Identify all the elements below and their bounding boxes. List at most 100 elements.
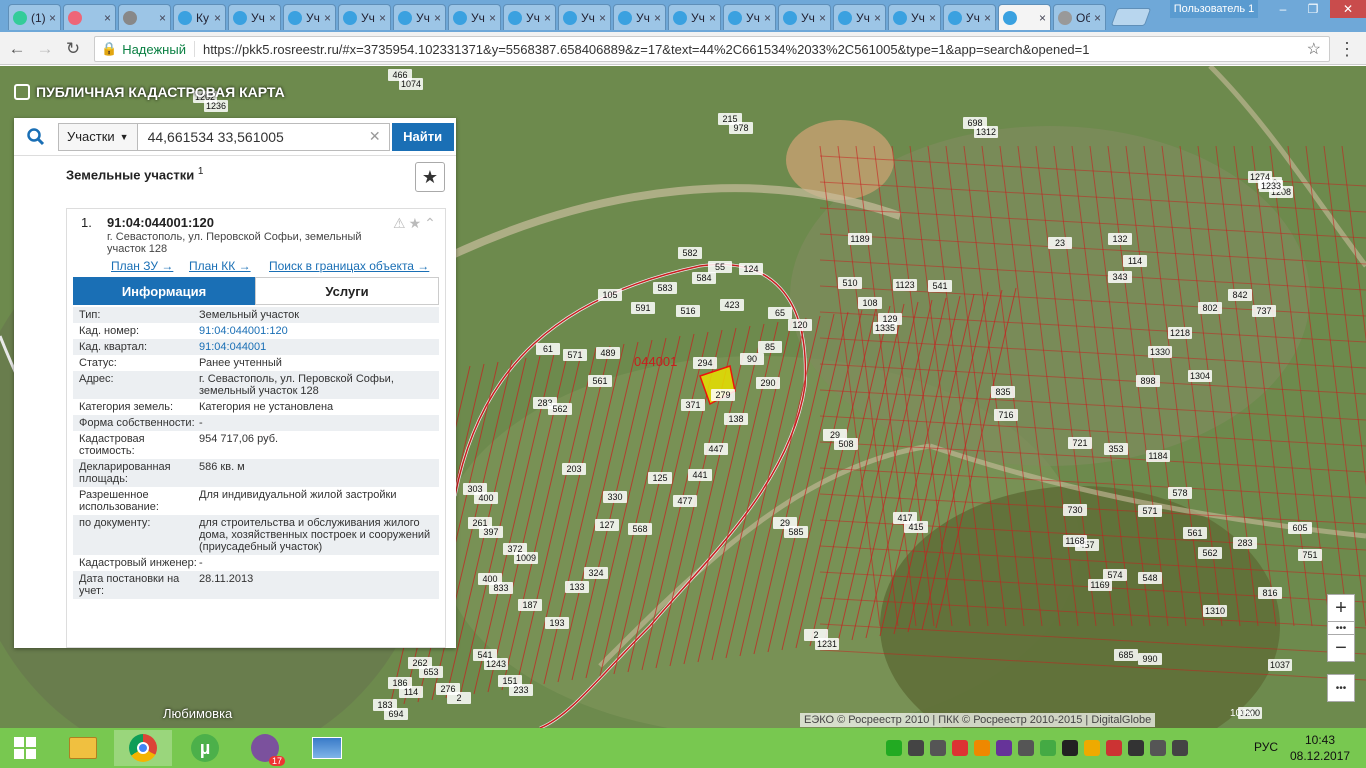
- star-icon[interactable]: ★: [409, 215, 425, 231]
- tab-close-icon[interactable]: ×: [654, 11, 661, 25]
- menu-icon[interactable]: ⋮: [1336, 38, 1358, 60]
- map-options-button[interactable]: •••: [1327, 674, 1355, 702]
- language-indicator[interactable]: РУС: [1254, 740, 1278, 754]
- find-button[interactable]: Найти: [391, 122, 454, 151]
- tab-close-icon[interactable]: ×: [269, 11, 276, 25]
- tab-close-icon[interactable]: ×: [819, 11, 826, 25]
- plan-zu-link[interactable]: План ЗУ →: [111, 259, 173, 273]
- tab-close-icon[interactable]: ×: [49, 11, 56, 25]
- tray-icon[interactable]: [1018, 740, 1034, 756]
- back-icon[interactable]: ←: [6, 38, 28, 60]
- tab-close-icon[interactable]: ×: [984, 11, 991, 25]
- search-icon[interactable]: [14, 118, 58, 156]
- tray-icon[interactable]: [1040, 740, 1056, 756]
- zoom-out-button[interactable]: −: [1327, 634, 1355, 662]
- tab-close-icon[interactable]: ×: [104, 11, 111, 25]
- clear-icon[interactable]: ✕: [369, 128, 381, 145]
- minimize-icon[interactable]: –: [1268, 0, 1298, 18]
- tab-information[interactable]: Информация: [73, 277, 255, 305]
- url-field[interactable]: 🔒 Надежный https://pkk5.rosreestr.ru/#x=…: [94, 36, 1330, 62]
- zoom-in-button[interactable]: +: [1327, 594, 1355, 622]
- secure-indicator[interactable]: 🔒 Надежный: [101, 41, 195, 57]
- tab-close-icon[interactable]: ×: [489, 11, 496, 25]
- browser-tab[interactable]: Уч ×: [338, 4, 391, 30]
- info-value[interactable]: 91:04:044001:120: [199, 325, 433, 337]
- maximize-icon[interactable]: ❐: [1298, 0, 1328, 18]
- browser-tab[interactable]: Уч ×: [393, 4, 446, 30]
- browser-tab[interactable]: Об ×: [1053, 4, 1106, 30]
- browser-tab[interactable]: Уч ×: [943, 4, 996, 30]
- tray-icon[interactable]: [1172, 740, 1188, 756]
- browser-tab[interactable]: Уч ×: [668, 4, 721, 30]
- browser-tab[interactable]: Уч ×: [503, 4, 556, 30]
- browser-tab[interactable]: Уч ×: [888, 4, 941, 30]
- tray-icon[interactable]: [1128, 740, 1144, 756]
- clock[interactable]: 10:43 08.12.2017: [1290, 732, 1350, 764]
- tray-icon[interactable]: [886, 740, 902, 756]
- tray-icon[interactable]: [908, 740, 924, 756]
- tab-close-icon[interactable]: ×: [599, 11, 606, 25]
- browser-tab[interactable]: Ку ×: [173, 4, 226, 30]
- search-input[interactable]: 44,661534 33,561005 ✕: [137, 122, 390, 151]
- tray-icon[interactable]: [1150, 740, 1166, 756]
- tray-icon[interactable]: [1062, 740, 1078, 756]
- browser-tab[interactable]: Уч ×: [723, 4, 776, 30]
- browser-tab[interactable]: Уч ×: [558, 4, 611, 30]
- tab-close-icon[interactable]: ×: [434, 11, 441, 25]
- tab-services[interactable]: Услуги: [255, 277, 439, 305]
- browser-tab[interactable]: Уч ×: [833, 4, 886, 30]
- browser-tab[interactable]: (1) ×: [8, 4, 61, 30]
- search-bounds-link[interactable]: Поиск в границах объекта →: [269, 259, 429, 273]
- forward-icon[interactable]: →: [34, 38, 56, 60]
- close-window-icon[interactable]: ✕: [1330, 0, 1366, 18]
- browser-tab[interactable]: ×: [63, 4, 116, 30]
- start-button[interactable]: [0, 728, 50, 768]
- tab-close-icon[interactable]: ×: [1094, 11, 1101, 25]
- browser-tab[interactable]: ×: [118, 4, 171, 30]
- tray-icon[interactable]: [1106, 740, 1122, 756]
- parcel-label: 477: [677, 496, 692, 506]
- browser-tab[interactable]: ×: [998, 4, 1051, 30]
- tray-icon[interactable]: [952, 740, 968, 756]
- tab-close-icon[interactable]: ×: [929, 11, 936, 25]
- tab-close-icon[interactable]: ×: [874, 11, 881, 25]
- info-value[interactable]: 91:04:044001: [199, 341, 433, 353]
- reload-icon[interactable]: ↻: [62, 38, 84, 60]
- tab-close-icon[interactable]: ×: [709, 11, 716, 25]
- favorite-star-button[interactable]: ★: [415, 162, 445, 192]
- chevron-up-icon[interactable]: ⌃: [424, 215, 439, 231]
- plan-kk-link[interactable]: План КК →: [189, 259, 251, 273]
- utorrent-icon[interactable]: µ: [176, 730, 234, 766]
- tab-close-icon[interactable]: ×: [214, 11, 221, 25]
- parcel-label: 721: [1072, 438, 1087, 448]
- tray-icon[interactable]: [930, 740, 946, 756]
- tab-close-icon[interactable]: ×: [544, 11, 551, 25]
- chrome-icon[interactable]: [114, 730, 172, 766]
- tab-close-icon[interactable]: ×: [1039, 11, 1046, 25]
- tray-icon[interactable]: [974, 740, 990, 756]
- tray-icon[interactable]: [1084, 740, 1100, 756]
- profile-badge[interactable]: Пользователь 1: [1170, 0, 1258, 18]
- info-key: Форма собственности:: [79, 417, 195, 429]
- url-text[interactable]: https://pkk5.rosreestr.ru/#x=3735954.102…: [203, 42, 1090, 57]
- parcel-label: 737: [1256, 306, 1271, 316]
- search-type-select[interactable]: Участки ▼: [58, 122, 138, 151]
- browser-tab[interactable]: Уч ×: [613, 4, 666, 30]
- browser-tab[interactable]: Уч ×: [228, 4, 281, 30]
- warning-icon[interactable]: ⚠: [393, 215, 409, 231]
- browser-tab[interactable]: Уч ×: [778, 4, 831, 30]
- viber-icon[interactable]: 17: [236, 730, 294, 766]
- tray-icon[interactable]: [996, 740, 1012, 756]
- parcel-label: 653: [423, 667, 438, 677]
- new-tab-button[interactable]: [1110, 8, 1152, 26]
- tab-close-icon[interactable]: ×: [324, 11, 331, 25]
- tab-close-icon[interactable]: ×: [764, 11, 771, 25]
- bookmark-star-icon[interactable]: ☆: [1307, 39, 1321, 59]
- photo-viewer-icon[interactable]: [298, 730, 356, 766]
- zoom-more-button[interactable]: •••: [1327, 622, 1355, 634]
- browser-tab[interactable]: Уч ×: [448, 4, 501, 30]
- tab-close-icon[interactable]: ×: [379, 11, 386, 25]
- tab-close-icon[interactable]: ×: [159, 11, 166, 25]
- browser-tab[interactable]: Уч ×: [283, 4, 336, 30]
- file-explorer-icon[interactable]: [54, 730, 112, 766]
